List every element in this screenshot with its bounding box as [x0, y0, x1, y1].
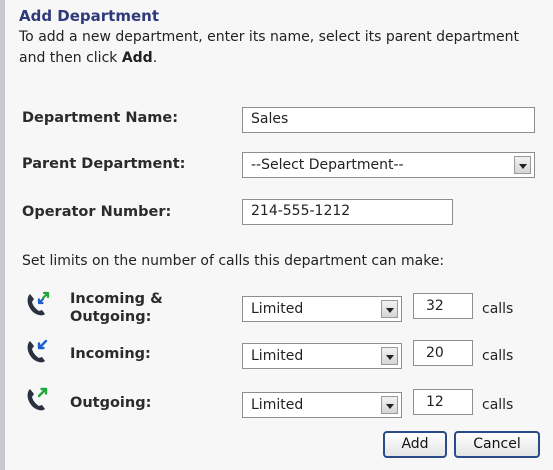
add-department-panel: Add Department To add a new department, …: [0, 0, 553, 470]
chevron-down-icon[interactable]: [381, 300, 398, 318]
incoming-calls-unit: calls: [482, 348, 514, 364]
incoming-outgoing-mode-select[interactable]: Limited: [242, 296, 402, 322]
incoming-limit-input[interactable]: 20: [413, 340, 473, 366]
description-end: .: [152, 50, 158, 66]
operator-number-input[interactable]: 214-555-1212: [242, 199, 453, 225]
outgoing-mode-select[interactable]: Limited: [242, 392, 402, 418]
outgoing-calls-unit: calls: [482, 397, 514, 413]
limits-intro: Set limits on the number of calls this d…: [22, 253, 445, 269]
outgoing-phone-icon: [27, 387, 48, 411]
outgoing-mode-value: Limited: [251, 397, 304, 413]
incoming-outgoing-calls-unit: calls: [482, 301, 514, 317]
parent-department-label: Parent Department:: [22, 156, 186, 172]
description-add-keyword: Add: [121, 50, 153, 66]
outgoing-limit-input[interactable]: 12: [413, 389, 473, 415]
parent-department-selected: --Select Department--: [251, 157, 404, 173]
operator-number-label: Operator Number:: [22, 204, 172, 220]
incoming-outgoing-limit-input[interactable]: 32: [413, 293, 473, 319]
incoming-phone-icon: [27, 339, 48, 363]
incoming-mode-value: Limited: [251, 348, 304, 364]
incoming-label: Incoming:: [70, 346, 151, 362]
incoming-mode-select[interactable]: Limited: [242, 343, 402, 369]
parent-department-select[interactable]: --Select Department--: [242, 152, 535, 178]
form-title: Add Department: [19, 7, 160, 25]
form-description: To add a new department, enter its name,…: [19, 27, 539, 69]
incoming-outgoing-mode-value: Limited: [251, 301, 304, 317]
cancel-button[interactable]: Cancel: [454, 431, 540, 458]
department-name-label: Department Name:: [22, 110, 179, 126]
chevron-down-icon[interactable]: [381, 396, 398, 414]
department-name-input[interactable]: Sales: [242, 107, 535, 133]
outgoing-label: Outgoing:: [70, 395, 152, 411]
chevron-down-icon[interactable]: [514, 156, 531, 174]
chevron-down-icon[interactable]: [381, 347, 398, 365]
incoming-outgoing-label-line2: Outgoing:: [70, 309, 152, 325]
incoming-outgoing-label-line1: Incoming &: [70, 291, 163, 307]
add-button[interactable]: Add: [383, 431, 447, 458]
incoming-outgoing-label: Incoming & Outgoing:: [70, 290, 163, 326]
incoming-outgoing-phone-icon: [27, 291, 50, 316]
description-text: To add a new department, enter its name,…: [19, 29, 519, 66]
